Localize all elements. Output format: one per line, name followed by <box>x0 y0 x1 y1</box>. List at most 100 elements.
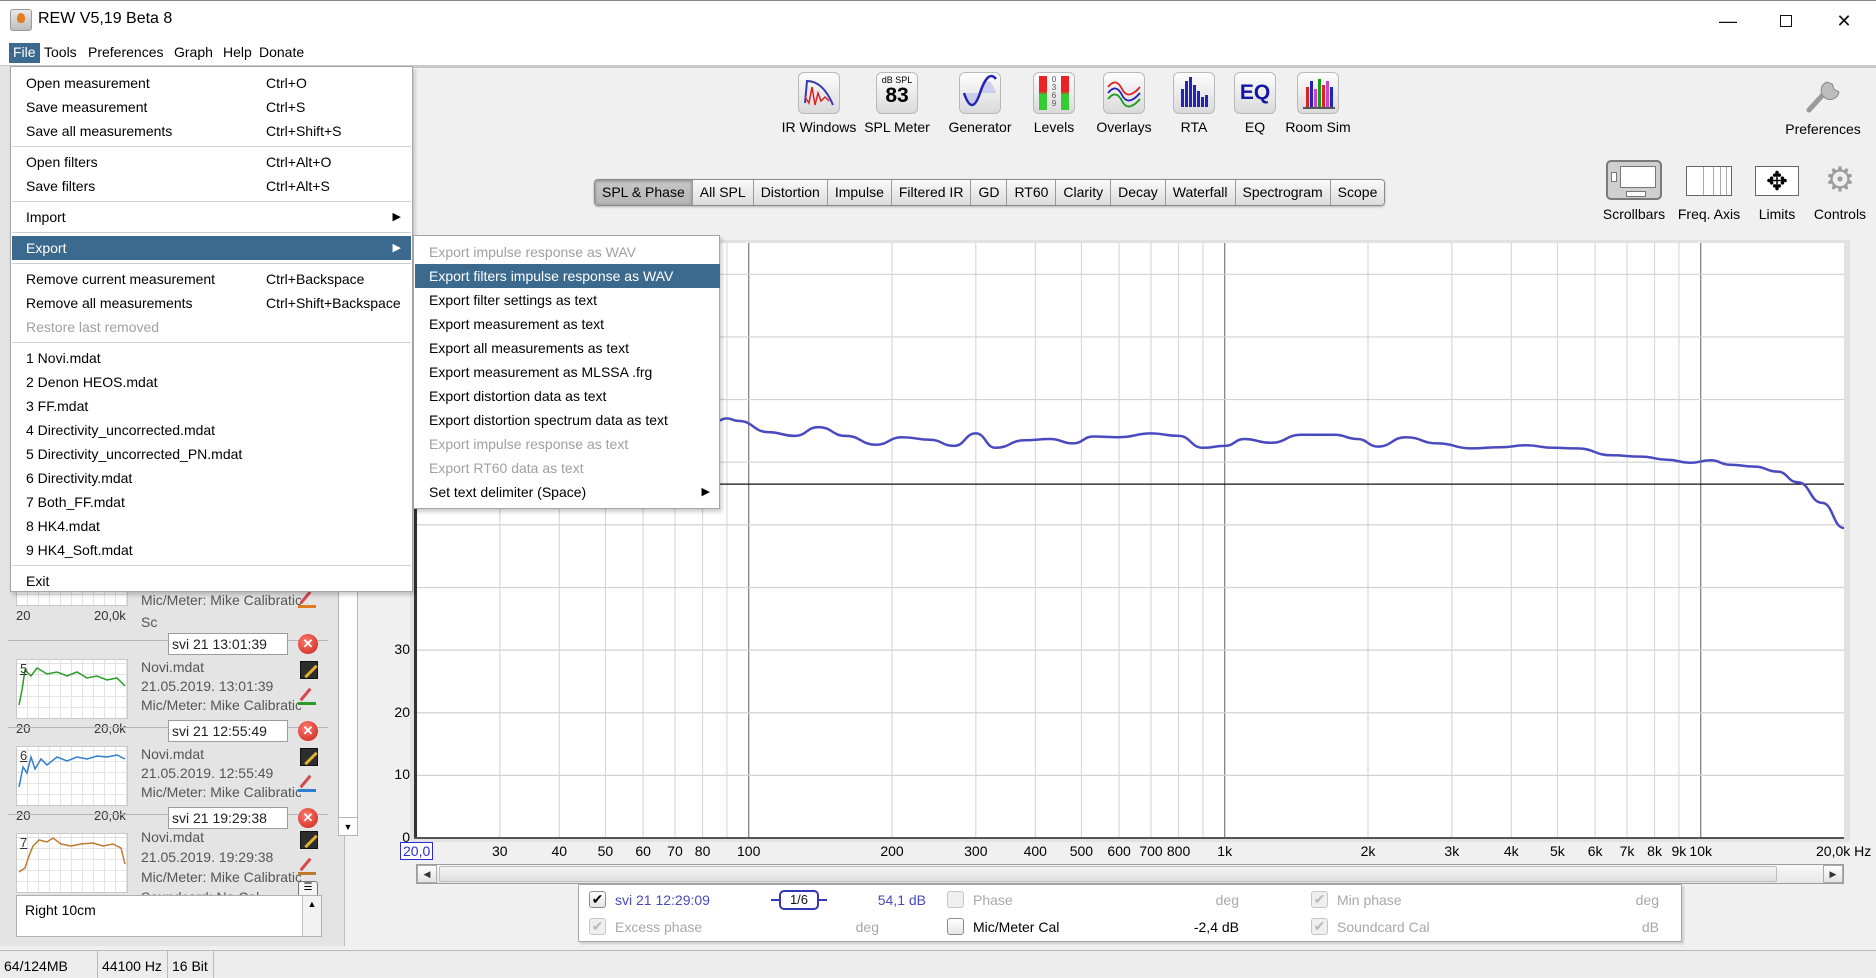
pen-icon[interactable] <box>298 685 318 705</box>
measurement-name-input[interactable]: svi 21 13:01:39 <box>168 633 288 655</box>
export-menu-item-export-filter-settings-as-text[interactable]: Export filter settings as text <box>415 288 720 312</box>
mic-cal-checkbox[interactable] <box>947 918 964 935</box>
export-menu-item-export-measurement-as-mlssa-frg[interactable]: Export measurement as MLSSA .frg <box>415 360 720 384</box>
phase-checkbox[interactable] <box>947 891 964 908</box>
scroll-left-icon[interactable]: ◀ <box>417 865 437 883</box>
file-menu-item-save-filters[interactable]: Save filters Ctrl+Alt+S <box>12 174 411 198</box>
menu-graph[interactable]: Graph <box>170 43 217 63</box>
tool-levels[interactable]: 0369 Levels <box>1015 72 1093 135</box>
file-menu-item-3-ff-mdat[interactable]: 3 FF.mdat <box>12 394 411 418</box>
file-menu-item-7-both-ff-mdat[interactable]: 7 Both_FF.mdat <box>12 490 411 514</box>
tool-generator[interactable]: Generator <box>941 72 1019 135</box>
file-menu-item-export[interactable]: Export ▶ <box>12 236 411 260</box>
menu-item-label: 9 HK4_Soft.mdat <box>26 542 133 558</box>
smoothing-selector[interactable]: 1/6 <box>779 890 819 910</box>
file-menu-item-1-novi-mdat[interactable]: 1 Novi.mdat <box>12 346 411 370</box>
minimize-button[interactable]: — <box>1700 1 1756 41</box>
measurement-name-input[interactable]: svi 21 12:55:49 <box>168 720 288 742</box>
tab-filtered-ir[interactable]: Filtered IR <box>891 180 972 205</box>
controls-button[interactable]: ⚙ Controls <box>1810 160 1870 222</box>
tab-rt60[interactable]: RT60 <box>1007 180 1057 205</box>
menu-help[interactable]: Help <box>219 43 256 63</box>
measurement-name-input[interactable]: svi 21 19:29:38 <box>168 807 288 829</box>
tab-all-spl[interactable]: All SPL <box>692 180 754 205</box>
file-menu-item-5-directivity-uncorrected-pn-mdat[interactable]: 5 Directivity_uncorrected_PN.mdat <box>12 442 411 466</box>
pen-icon[interactable] <box>298 772 318 792</box>
notes-scroll-up[interactable]: ▲ <box>302 896 321 936</box>
save-measurement-icon[interactable] <box>300 748 318 766</box>
tool-room-sim[interactable]: Room Sim <box>1279 72 1357 135</box>
export-menu-item-export-distortion-spectrum-data-as-text[interactable]: Export distortion spectrum data as text <box>415 408 720 432</box>
file-menu-item-exit[interactable]: Exit <box>12 569 411 593</box>
measurement-item[interactable]: svi 21 12:55:49 ✕ 6 20 20,0k Novi.mdat 2… <box>8 720 328 823</box>
tool-spl-meter[interactable]: dB SPL 83 SPL Meter <box>858 72 936 135</box>
measurement-item[interactable]: svi 21 13:01:39 ✕ 5 20 20,0k Novi.mdat 2… <box>8 633 328 736</box>
file-menu-item-9-hk4-soft-mdat[interactable]: 9 HK4_Soft.mdat <box>12 538 411 562</box>
tab-scope[interactable]: Scope <box>1330 180 1385 205</box>
file-menu-item-open-measurement[interactable]: Open measurement Ctrl+O <box>12 71 411 95</box>
measurement-mic: Mic/Meter: Mike Calibratic <box>141 869 301 885</box>
maximize-button[interactable] <box>1758 1 1814 41</box>
save-measurement-icon[interactable] <box>300 661 318 679</box>
menu-preferences[interactable]: Preferences <box>84 43 167 63</box>
submenu-arrow-icon: ▶ <box>392 242 401 254</box>
tab-decay[interactable]: Decay <box>1111 180 1166 205</box>
export-submenu: Export impulse response as WAV Export fil… <box>413 235 720 509</box>
tab-gd[interactable]: GD <box>971 180 1008 205</box>
preferences-button[interactable]: Preferences <box>1778 72 1868 137</box>
tab-impulse[interactable]: Impulse <box>827 180 892 205</box>
measurement-visible-checkbox[interactable]: ✔ <box>589 891 606 908</box>
file-menu-item-8-hk4-mdat[interactable]: 8 HK4.mdat <box>12 514 411 538</box>
file-menu-item-open-filters[interactable]: Open filters Ctrl+Alt+O <box>12 150 411 174</box>
excess-phase-checkbox[interactable]: ✔ <box>589 918 606 935</box>
tab-spl-phase[interactable]: SPL & Phase <box>595 180 693 205</box>
export-menu-item-export-all-measurements-as-text[interactable]: Export all measurements as text <box>415 336 720 360</box>
scrollbars-button[interactable]: Scrollbars <box>1598 160 1670 222</box>
file-menu-item-save-measurement[interactable]: Save measurement Ctrl+S <box>12 95 411 119</box>
limits-button[interactable]: ✥ Limits <box>1750 160 1804 222</box>
file-menu-item-remove-all-measurements[interactable]: Remove all measurements Ctrl+Shift+Backsp… <box>12 291 411 315</box>
mic-cal-value: -2,4 dB <box>1193 919 1239 935</box>
tool-overlays[interactable]: Overlays <box>1085 72 1163 135</box>
measurement-notes[interactable]: Right 10cm <box>16 895 322 937</box>
export-menu-item-export-distortion-data-as-text[interactable]: Export distortion data as text <box>415 384 720 408</box>
tab-clarity[interactable]: Clarity <box>1056 180 1112 205</box>
graph-horizontal-scrollbar[interactable]: ◀ ▶ <box>416 864 1844 884</box>
file-menu-item-6-directivity-mdat[interactable]: 6 Directivity.mdat <box>12 466 411 490</box>
thumbnail-curve <box>18 754 126 788</box>
menu-donate[interactable]: Donate <box>255 43 308 63</box>
pen-icon[interactable] <box>298 855 318 875</box>
scroll-right-icon[interactable]: ▶ <box>1823 865 1843 883</box>
min-phase-checkbox[interactable]: ✔ <box>1311 891 1328 908</box>
tool-ir-windows[interactable]: IR Windows <box>780 72 858 135</box>
x-axis-start-input[interactable]: 20,0 <box>400 842 434 860</box>
spl-meter-value: 83 <box>885 84 909 107</box>
file-menu-item-save-all-measurements[interactable]: Save all measurements Ctrl+Shift+S <box>12 119 411 143</box>
file-menu-item-2-denon-heos-mdat[interactable]: 2 Denon HEOS.mdat <box>12 370 411 394</box>
freq-axis-button[interactable]: Freq. Axis <box>1676 160 1742 222</box>
file-menu-item-4-directivity-uncorrected-mdat[interactable]: 4 Directivity_uncorrected.mdat <box>12 418 411 442</box>
remove-measurement-icon[interactable]: ✕ <box>298 808 318 828</box>
scroll-down-icon[interactable]: ▼ <box>339 817 357 835</box>
scrollbar-thumb[interactable] <box>439 866 1777 882</box>
menu-separator <box>12 146 411 147</box>
measurement-item[interactable]: svi 21 19:29:38 ✕ 7 20 20,0k Novi.mdat 2… <box>8 807 328 910</box>
remove-measurement-icon[interactable]: ✕ <box>298 634 318 654</box>
tab-distortion[interactable]: Distortion <box>753 180 828 205</box>
memory-usage[interactable]: 64/124MB <box>0 951 98 978</box>
tab-waterfall[interactable]: Waterfall <box>1165 180 1236 205</box>
export-menu-item-export-filters-impulse-response-as-wav[interactable]: Export filters impulse response as WAV <box>415 264 720 288</box>
thumbnail-curve <box>18 837 126 873</box>
export-menu-item-set-text-delimiter-space[interactable]: Set text delimiter (Space) ▶ <box>415 480 720 504</box>
save-measurement-icon[interactable] <box>300 831 318 849</box>
thumbnail-curve <box>18 667 126 706</box>
menu-file[interactable]: File <box>9 43 40 63</box>
soundcard-cal-checkbox[interactable]: ✔ <box>1311 918 1328 935</box>
export-menu-item-export-measurement-as-text[interactable]: Export measurement as text <box>415 312 720 336</box>
file-menu-item-import[interactable]: Import ▶ <box>12 205 411 229</box>
close-button[interactable]: ✕ <box>1816 1 1872 41</box>
file-menu-item-remove-current-measurement[interactable]: Remove current measurement Ctrl+Backspace <box>12 267 411 291</box>
menu-tools[interactable]: Tools <box>40 43 81 63</box>
tab-spectrogram[interactable]: Spectrogram <box>1235 180 1331 205</box>
remove-measurement-icon[interactable]: ✕ <box>298 721 318 741</box>
